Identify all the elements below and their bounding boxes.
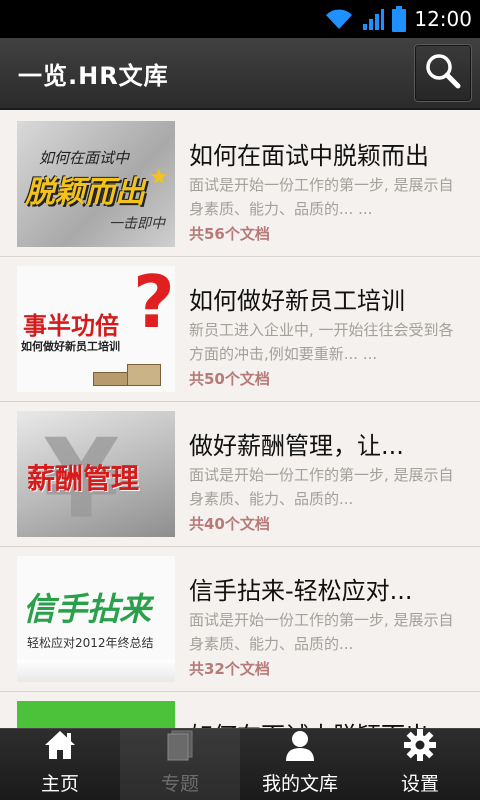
search-icon (423, 51, 463, 95)
doc-count: 共50个文档 (189, 370, 270, 388)
doc-count: 共56个文档 (189, 225, 270, 243)
thumb-big-text: 信手拈来 (23, 590, 152, 628)
doc-desc: 新员工进入企业中, 一开始往往会受到各方面的冲击,例如要重新... ... (189, 321, 454, 363)
thumb-bottom-text: 如何做好新员工培训 (21, 340, 120, 353)
thumb-big-text: 薪酬管理 (27, 462, 140, 495)
user-icon (284, 729, 316, 765)
doc-title: 如何在面试中脱颖而出 (189, 716, 465, 728)
topics-icon (165, 729, 195, 765)
doc-item-training[interactable]: ? 事半功倍 如何做好新员工培训 如何做好新员工培训 新员工进入企业中, 一开始… (0, 257, 480, 402)
nav-my-library[interactable]: 我的文库 (240, 729, 360, 800)
app-header: 一览.HR文库 (0, 38, 480, 110)
nav-label: 设置 (400, 773, 439, 795)
doc-count: 共40个文档 (189, 515, 270, 533)
doc-item-interview[interactable]: 如何在面试中 脱颖而出 ★ 一击即中 如何在面试中脱颖而出 面试是开始一份工作的… (0, 112, 480, 257)
gear-icon (404, 729, 436, 765)
nav-label: 主页 (40, 773, 79, 795)
nav-home[interactable]: 主页 (0, 729, 120, 800)
doc-desc: 面试是开始一份工作的第一步, 是展示自身素质、能力、品质的... (189, 466, 454, 508)
status-bar: 12:00 (0, 0, 480, 38)
doc-title: 信手拈来-轻松应对... (189, 577, 413, 605)
doc-thumbnail: 如何在面试中 脱颖而出 ★ 一击即中 (17, 121, 175, 247)
doc-desc: 面试是开始一份工作的第一步, 是展示自身素质、能力、品质的... ... (189, 176, 454, 218)
search-button[interactable] (414, 44, 472, 102)
home-icon (43, 729, 77, 765)
battery-icon (392, 6, 407, 32)
doc-thumbnail: ¥ 薪酬管理 (17, 411, 175, 537)
question-mark-icon: ? (133, 266, 175, 344)
nav-settings[interactable]: 设置 (360, 729, 480, 800)
thumb-top-text: 如何在面试中 (39, 149, 130, 167)
thumb-bottom-text: 轻松应对2012年终总结 (27, 636, 154, 650)
doc-title: 做好薪酬管理，让... (189, 432, 404, 460)
books-icon (93, 358, 163, 388)
thumb-reflection (17, 660, 175, 682)
star-icon: ★ (149, 165, 169, 190)
wifi-icon (324, 7, 354, 31)
doc-list: 如何在面试中 脱颖而出 ★ 一击即中 如何在面试中脱颖而出 面试是开始一份工作的… (0, 112, 480, 728)
nav-label: 我的文库 (261, 773, 338, 795)
doc-thumbnail (17, 701, 175, 728)
nav-label: 专题 (160, 773, 199, 795)
status-time: 12:00 (414, 7, 472, 31)
doc-desc: 面试是开始一份工作的第一步, 是展示自身素质、能力、品质的... (189, 611, 454, 653)
app-title: 一览.HR文库 (18, 62, 169, 90)
doc-count: 共32个文档 (189, 660, 270, 678)
doc-item-year-end[interactable]: 信手拈来 轻松应对2012年终总结 信手拈来-轻松应对... 面试是开始一份工作… (0, 547, 480, 692)
doc-thumbnail: ? 事半功倍 如何做好新员工培训 (17, 266, 175, 392)
doc-thumbnail: 信手拈来 轻松应对2012年终总结 (17, 556, 175, 682)
signal-icon (362, 7, 385, 31)
doc-title: 如何在面试中脱颖而出 (189, 142, 429, 170)
thumb-big-text: 事半功倍 (23, 312, 119, 340)
doc-item-interview-2[interactable]: 如何在面试中脱颖而出 (0, 692, 480, 728)
nav-topics[interactable]: 专题 (120, 729, 240, 800)
doc-item-salary[interactable]: ¥ 薪酬管理 做好薪酬管理，让... 面试是开始一份工作的第一步, 是展示自身素… (0, 402, 480, 547)
thumb-big-text: 脱颖而出 (25, 175, 145, 210)
bottom-nav: 主页 专题 我的文库 设置 (0, 728, 480, 800)
thumb-bottom-text: 一击即中 (109, 216, 165, 232)
doc-title: 如何做好新员工培训 (189, 287, 405, 315)
